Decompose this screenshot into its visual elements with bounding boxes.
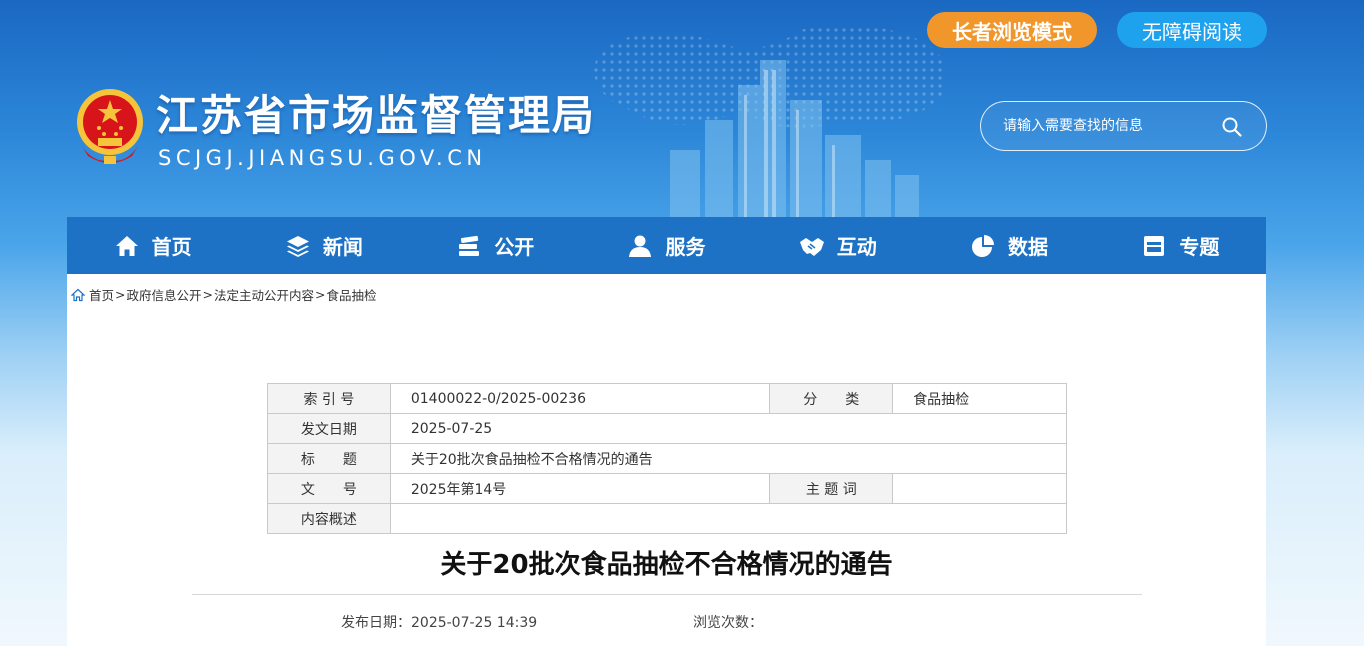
- breadcrumb-statutory[interactable]: 法定主动公开内容: [214, 285, 314, 304]
- nav-item-open[interactable]: 公开: [410, 217, 581, 274]
- topic-label: 主 题 词: [770, 474, 893, 504]
- handshake-icon: [799, 233, 825, 259]
- document-meta-table: 索 引 号 01400022-0/2025-00236 分 类 食品抽检 发文日…: [267, 383, 1067, 534]
- index-label: 索 引 号: [268, 384, 391, 414]
- home-icon: [114, 233, 140, 259]
- category-label: 分 类: [770, 384, 893, 414]
- stack-icon: [456, 233, 482, 259]
- date-label: 发文日期: [268, 414, 391, 444]
- nav-item-data[interactable]: 数据: [923, 217, 1094, 274]
- layers-icon: [285, 233, 311, 259]
- city-skyline-decoration: [610, 40, 940, 220]
- view-count: 浏览次数：: [693, 612, 763, 632]
- pie-chart-icon: [970, 233, 996, 259]
- nav-item-news[interactable]: 新闻: [238, 217, 409, 274]
- breadcrumb-food-inspection[interactable]: 食品抽检: [327, 285, 377, 304]
- breadcrumb-home[interactable]: 首页: [89, 285, 114, 304]
- summary-label: 内容概述: [268, 504, 391, 534]
- summary-value: [390, 504, 1066, 534]
- date-value: 2025-07-25: [390, 414, 1066, 444]
- nav-label: 服务: [665, 231, 705, 260]
- search-box: [980, 101, 1267, 151]
- nav-item-service[interactable]: 服务: [581, 217, 752, 274]
- nav-label: 数据: [1008, 231, 1048, 260]
- search-icon[interactable]: [1221, 116, 1243, 138]
- nav-label: 公开: [494, 231, 534, 260]
- nav-item-home[interactable]: 首页: [67, 217, 238, 274]
- article-title: 关于20批次食品抽检不合格情况的通告: [67, 544, 1266, 581]
- nav-item-interact[interactable]: 互动: [752, 217, 923, 274]
- index-value: 01400022-0/2025-00236: [390, 384, 770, 414]
- title-value: 关于20批次食品抽检不合格情况的通告: [390, 444, 1066, 474]
- category-value: 食品抽检: [893, 384, 1067, 414]
- publish-date: 发布日期：2025-07-25 14:39: [341, 612, 537, 632]
- search-input[interactable]: [1003, 114, 1223, 138]
- nav-label: 互动: [837, 231, 877, 260]
- breadcrumb-gov-info[interactable]: 政府信息公开: [127, 285, 202, 304]
- nav-label: 新闻: [323, 231, 363, 260]
- calendar-icon: [1141, 233, 1167, 259]
- docno-value: 2025年第14号: [390, 474, 770, 504]
- site-title: 江苏省市场监督管理局: [156, 82, 596, 143]
- nav-item-topic[interactable]: 专题: [1095, 217, 1266, 274]
- national-emblem: [74, 86, 146, 166]
- content-panel: 首页> 政府信息公开> 法定主动公开内容> 食品抽检 索 引 号 0140002…: [67, 274, 1266, 646]
- title-divider: [192, 594, 1142, 595]
- topic-value: [893, 474, 1067, 504]
- docno-label: 文 号: [268, 474, 391, 504]
- main-nav: 首页 新闻 公开 服务 互动 数据 专题: [67, 217, 1266, 274]
- elder-mode-button[interactable]: 长者浏览模式: [927, 12, 1097, 48]
- title-label: 标 题: [268, 444, 391, 474]
- breadcrumb: 首页> 政府信息公开> 法定主动公开内容> 食品抽检: [71, 285, 377, 304]
- accessibility-button[interactable]: 无障碍阅读: [1117, 12, 1267, 48]
- breadcrumb-home-icon: [71, 288, 85, 302]
- site-domain: SCJGJ.JIANGSU.GOV.CN: [158, 146, 487, 170]
- nav-label: 首页: [152, 231, 192, 260]
- user-icon: [627, 233, 653, 259]
- nav-label: 专题: [1179, 231, 1219, 260]
